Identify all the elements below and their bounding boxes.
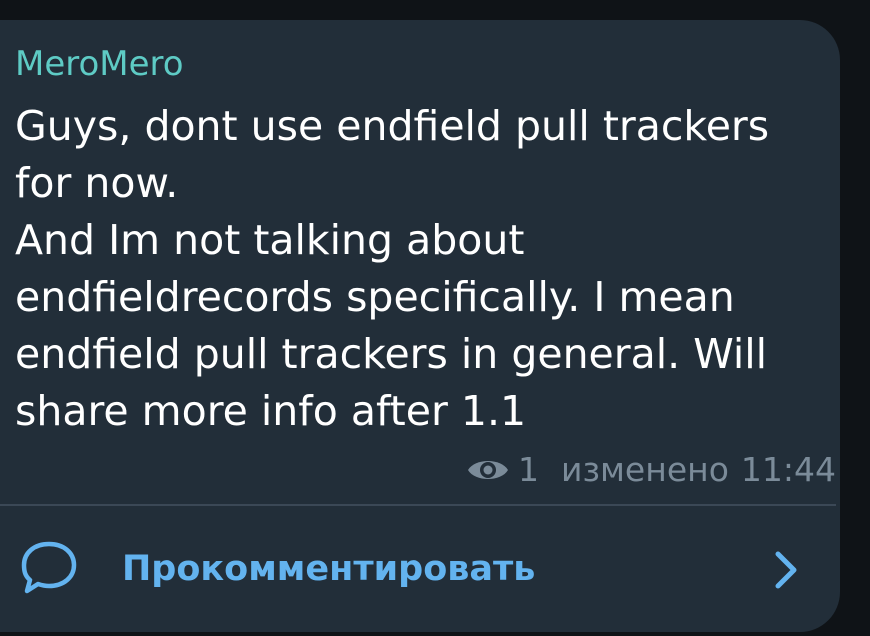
edited-label: изменено bbox=[561, 450, 729, 489]
sender-name[interactable]: MeroMero bbox=[15, 42, 184, 86]
comment-button[interactable]: Прокомментировать bbox=[0, 508, 840, 628]
views-count: 1 bbox=[518, 450, 540, 489]
chevron-right-icon bbox=[775, 551, 797, 589]
comment-bubble-icon bbox=[21, 541, 77, 594]
message-meta: 1 изменено 11:44 bbox=[466, 448, 836, 492]
comment-label: Прокомментировать bbox=[122, 549, 536, 589]
message-time: 11:44 bbox=[740, 450, 836, 489]
divider bbox=[0, 504, 836, 506]
eye-icon bbox=[468, 461, 509, 479]
message-text: Guys, dont use endfield pull trackers fo… bbox=[15, 102, 770, 435]
